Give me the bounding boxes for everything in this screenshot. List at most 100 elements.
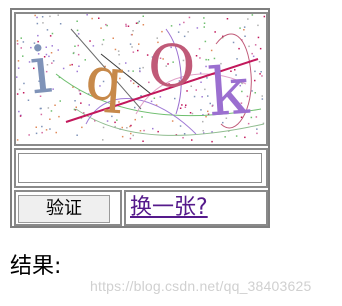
captcha-noise-dot (17, 67, 20, 69)
captcha-noise-dot (81, 126, 83, 129)
captcha-noise-dot (254, 79, 256, 82)
captcha-noise-dot (49, 35, 52, 37)
captcha-noise-dot (52, 60, 55, 62)
captcha-noise-dot (254, 92, 256, 94)
captcha-noise-dot (138, 20, 140, 23)
captcha-noise-dot (211, 140, 213, 143)
captcha-noise-dot (256, 128, 258, 130)
captcha-noise-dot (36, 22, 39, 25)
captcha-noise-dot (77, 44, 79, 47)
captcha-noise-dot (74, 100, 76, 102)
captcha-char: q (83, 43, 126, 116)
captcha-noise-dot (131, 46, 133, 48)
captcha-noise-dot (41, 125, 43, 128)
captcha-noise-dot (102, 139, 104, 141)
captcha-noise-dot (196, 27, 199, 29)
captcha-noise-dot (235, 135, 238, 137)
captcha-noise-dot (79, 93, 82, 95)
captcha-noise-dot (129, 137, 132, 140)
captcha-noise-dot (191, 139, 193, 141)
captcha-noise-dot (251, 52, 253, 55)
captcha-noise-dot (195, 89, 197, 91)
captcha-noise-dot (183, 133, 186, 135)
captcha-noise-dot (57, 14, 59, 16)
captcha-noise-dot (203, 22, 206, 24)
captcha-noise-dot (35, 132, 38, 135)
captcha-noise-dot (129, 43, 132, 45)
code-input-cell (14, 148, 268, 188)
captcha-noise-dot (23, 82, 25, 85)
captcha-noise-dot (182, 137, 184, 139)
result-label: 结果: (10, 254, 62, 279)
captcha-noise-dot (181, 104, 183, 106)
captcha-noise-dot (199, 57, 201, 59)
captcha-noise-dot (203, 26, 205, 28)
refresh-captcha-link[interactable]: 换一张? (130, 194, 208, 222)
captcha-noise-dot (257, 24, 259, 27)
captcha-noise-dot (50, 52, 53, 54)
captcha-char: O (147, 31, 197, 101)
captcha-noise-dot (106, 24, 108, 27)
captcha-noise-dot (243, 29, 245, 31)
verify-button[interactable]: 验证 (18, 195, 110, 223)
captcha-noise-dot (263, 15, 266, 18)
captcha-image-cell: i q O k (14, 12, 268, 146)
captcha-noise-dot (51, 62, 53, 64)
captcha-noise-dot (105, 23, 107, 26)
captcha-noise-dot (127, 70, 130, 72)
captcha-noise-dot (251, 14, 254, 16)
captcha-noise-dot (72, 52, 75, 55)
captcha-noise-dot (184, 106, 187, 108)
captcha-noise-dot (204, 40, 207, 43)
captcha-noise-dot (100, 27, 102, 29)
captcha-noise-dot (132, 82, 135, 85)
captcha-noise-dot (232, 41, 235, 44)
captcha-noise-dot (102, 126, 105, 129)
captcha-noise-dot (239, 27, 241, 29)
captcha-noise-dot (127, 25, 130, 27)
captcha-noise-dot (91, 17, 93, 20)
captcha-noise-dot (111, 115, 113, 118)
captcha-noise-dot (89, 40, 91, 42)
captcha-noise-dot (189, 112, 192, 114)
captcha-noise-dot (84, 59, 86, 61)
captcha-image[interactable]: i q O k (16, 14, 266, 144)
captcha-noise-dot (139, 67, 141, 70)
captcha-noise-dot (20, 47, 22, 49)
captcha-noise-dot (40, 113, 43, 116)
captcha-noise-dot (142, 15, 144, 17)
captcha-noise-dot (224, 136, 226, 138)
captcha-noise-dot (41, 131, 43, 134)
captcha-noise-dot (126, 127, 128, 129)
captcha-noise-dot (157, 130, 159, 133)
captcha-noise-dot (49, 128, 51, 130)
captcha-noise-dot (76, 70, 78, 73)
captcha-noise-dot (254, 44, 257, 46)
captcha-noise-dot (125, 23, 127, 26)
captcha-noise-dot (214, 31, 216, 33)
captcha-noise-dot (125, 25, 127, 27)
captcha-noise-dot (86, 14, 88, 16)
captcha-noise-dot (204, 88, 206, 91)
captcha-noise-dot (205, 115, 207, 118)
captcha-noise-dot (76, 29, 79, 32)
captcha-noise-dot (248, 45, 250, 48)
captcha-noise-dot (200, 109, 202, 111)
captcha-noise-dot (57, 49, 59, 51)
captcha-noise-dot (132, 70, 134, 72)
captcha-noise-dot (260, 71, 262, 73)
captcha-noise-dot (102, 39, 105, 41)
captcha-form-table: i q O k 验证 换一张? (10, 8, 270, 228)
captcha-noise-dot (250, 116, 253, 119)
captcha-noise-dot (51, 32, 54, 35)
captcha-code-input[interactable] (18, 153, 262, 183)
captcha-noise-dot (76, 20, 78, 22)
captcha-noise-dot (116, 119, 118, 121)
captcha-noise-dot (49, 15, 51, 18)
captcha-noise-dot (34, 14, 36, 17)
captcha-noise-dot (130, 132, 132, 135)
captcha-noise-dot (141, 116, 143, 118)
captcha-noise-dot (200, 81, 202, 83)
captcha-noise-dot (98, 17, 100, 19)
captcha-noise-dot (131, 33, 133, 36)
